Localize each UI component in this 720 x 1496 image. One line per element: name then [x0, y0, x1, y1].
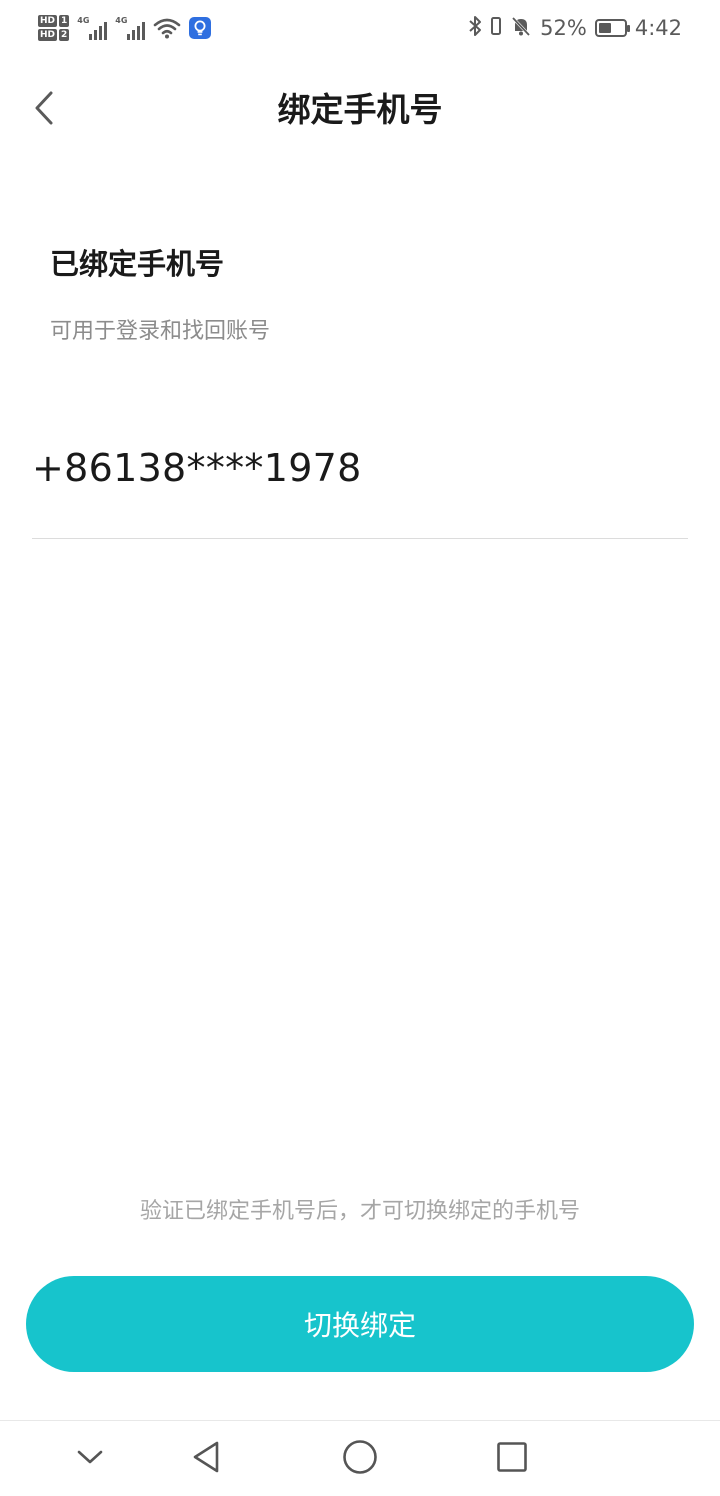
navigation-bar [0, 1420, 720, 1496]
network-type-label: 4G [115, 16, 128, 25]
header: 绑定手机号 [0, 70, 720, 150]
triangle-back-icon [190, 1440, 222, 1478]
hd-badge-1: HD 1 [38, 15, 70, 27]
bell-off-icon [510, 15, 532, 42]
hd-number: 2 [59, 29, 70, 41]
battery-level [598, 23, 611, 33]
bulb-icon [189, 17, 212, 39]
network-type-label: 4G [77, 16, 90, 25]
hd-indicators: HD 1 HD 2 [38, 15, 70, 41]
hd-label: HD [38, 29, 58, 41]
circle-home-icon [342, 1439, 378, 1479]
battery-icon [594, 19, 630, 37]
nav-recents-button[interactable] [488, 1435, 536, 1483]
nav-back-button[interactable] [182, 1435, 230, 1483]
nav-collapse-button[interactable] [66, 1435, 114, 1483]
status-bar: HD 1 HD 2 4G 4G 52% 4:42 [0, 0, 720, 56]
hd-badge-2: HD 2 [38, 29, 70, 41]
bound-phone-number: +86138****1978 [32, 446, 362, 490]
page-title: 绑定手机号 [277, 90, 443, 129]
status-bar-left: HD 1 HD 2 4G 4G [38, 8, 212, 48]
vibrate-icon [490, 16, 502, 41]
hint-text: 验证已绑定手机号后，才可切换绑定的手机号 [139, 1199, 580, 1224]
nav-home-button[interactable] [336, 1435, 384, 1483]
wifi-icon [153, 17, 181, 39]
hd-number: 1 [59, 15, 70, 27]
square-recents-icon [496, 1441, 528, 1477]
status-bar-right: 52% 4:42 [468, 8, 682, 48]
signal-icon: 4G [115, 16, 146, 40]
battery-percent: 52% [540, 16, 587, 40]
clock: 4:42 [634, 16, 682, 40]
screen: HD 1 HD 2 4G 4G 52% 4:42 绑定手机号 已绑定手机号 可用… [0, 0, 720, 1496]
hd-label: HD [38, 15, 58, 27]
signal-icon: 4G [77, 16, 108, 40]
bluetooth-icon [468, 15, 482, 42]
section-description: 可用于登录和找回账号 [50, 319, 271, 344]
section-title: 已绑定手机号 [50, 247, 225, 281]
switch-binding-button[interactable]: 切换绑定 [26, 1276, 694, 1372]
chevron-down-icon [76, 1449, 104, 1469]
divider [32, 538, 688, 539]
